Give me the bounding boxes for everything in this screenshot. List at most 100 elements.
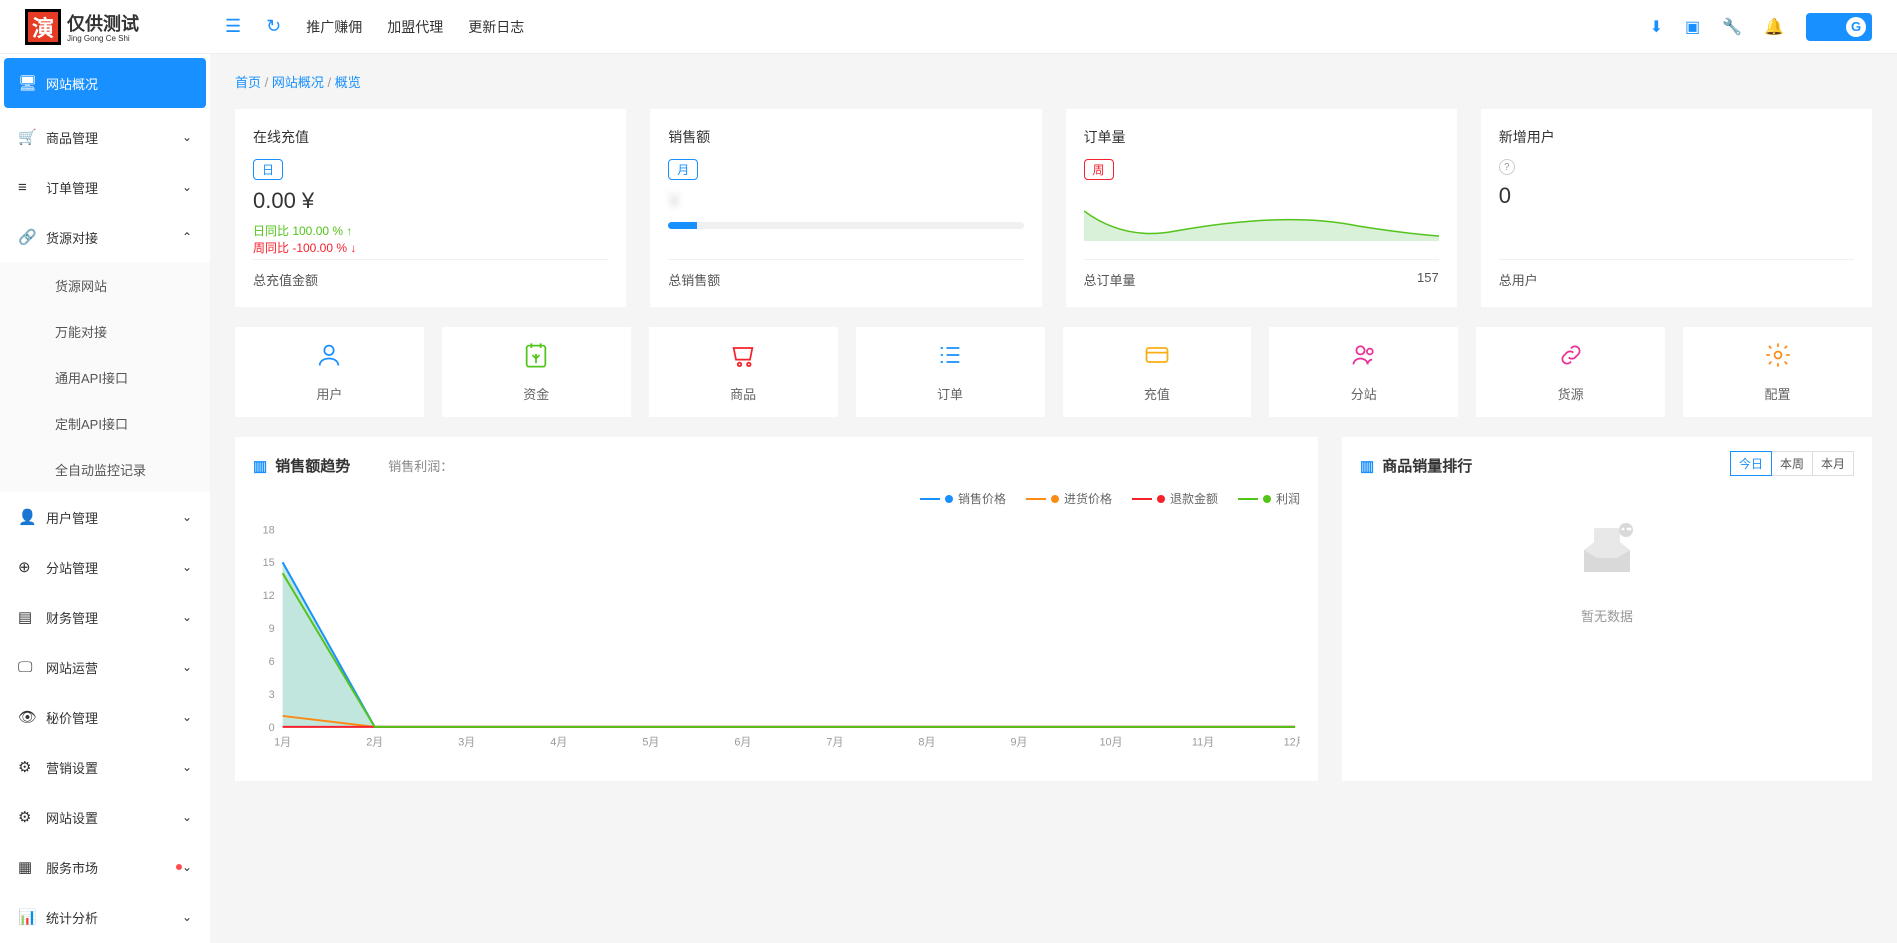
legend-item[interactable]: 退款金额: [1132, 490, 1218, 507]
trend-sub-label: 销售利润：: [388, 456, 453, 475]
bell-icon[interactable]: 🔔: [1764, 17, 1784, 37]
quicklink-商品[interactable]: 商品: [649, 327, 838, 417]
sidebar-subitem-1[interactable]: 万能对接: [0, 308, 210, 354]
legend-item[interactable]: 进货价格: [1026, 490, 1112, 507]
sidebar-item-12[interactable]: 📊 统计分析 ⌄: [0, 892, 210, 942]
sidebar-item-5[interactable]: ⊕ 分站管理 ⌄: [0, 542, 210, 592]
tile-label: 用户: [316, 384, 342, 403]
help-icon[interactable]: ?: [1499, 159, 1515, 175]
sidebar-label: 商品管理: [46, 128, 182, 147]
svg-text:8月: 8月: [918, 737, 935, 749]
svg-text:0: 0: [269, 722, 275, 734]
foot-label: 总销售额: [668, 270, 720, 289]
sidebar-label: 货源对接: [46, 228, 182, 247]
quicklink-配置[interactable]: 配置: [1683, 327, 1872, 417]
chart-icon: ▥: [253, 457, 267, 475]
svg-text:3: 3: [269, 689, 275, 701]
sidebar-icon: ⚙: [18, 808, 38, 826]
logo-title: 仅供测试: [67, 10, 139, 36]
sidebar-label: 用户管理: [46, 508, 182, 527]
wrench-icon[interactable]: 🔧: [1722, 17, 1742, 37]
quicklink-充值[interactable]: 充值: [1063, 327, 1252, 417]
tile-label: 订单: [937, 384, 963, 403]
tile-label: 资金: [523, 384, 549, 403]
logo-icon: 演: [25, 9, 61, 45]
chart-legend: 销售价格 进货价格 退款金额 利润: [253, 490, 1300, 507]
legend-item[interactable]: 销售价格: [920, 490, 1006, 507]
foot-label: 总订单量: [1084, 270, 1136, 289]
sidebar-item-7[interactable]: 🖵 网站运营 ⌄: [0, 642, 210, 692]
sidebar-item-6[interactable]: ▤ 财务管理 ⌄: [0, 592, 210, 642]
sidebar-label: 网站设置: [46, 808, 182, 827]
rank-tab-0[interactable]: 今日: [1730, 451, 1772, 476]
header-tab-agent[interactable]: 加盟代理: [387, 17, 443, 37]
sidebar-label: 营销设置: [46, 758, 182, 777]
rank-tab-2[interactable]: 本月: [1813, 451, 1854, 476]
breadcrumb: 首页 / 网站概况 / 概览: [210, 54, 1897, 109]
sidebar-item-8[interactable]: 👁 秘价管理 ⌄: [0, 692, 210, 742]
card-title: 订单量: [1084, 127, 1439, 147]
user-badge[interactable]: G: [1806, 13, 1872, 41]
chevron-icon: ⌄: [182, 180, 192, 194]
legend-item[interactable]: 利润: [1238, 490, 1300, 507]
chart-icon: ▥: [1360, 457, 1374, 475]
collapse-menu-icon[interactable]: ☰: [225, 16, 241, 37]
breadcrumb-home[interactable]: 首页: [235, 75, 261, 90]
quicklink-货源[interactable]: 货源: [1476, 327, 1665, 417]
quicklink-用户[interactable]: 用户: [235, 327, 424, 417]
sidebar-subitem-4[interactable]: 全自动监控记录: [0, 446, 210, 492]
gear-icon: [1764, 341, 1792, 376]
chevron-icon: ⌄: [182, 560, 192, 574]
chevron-icon: ⌄: [182, 860, 192, 874]
svg-text:12月: 12月: [1284, 737, 1300, 749]
breadcrumb-section[interactable]: 网站概况: [272, 75, 324, 90]
quicklink-分站[interactable]: 分站: [1269, 327, 1458, 417]
sidebar-item-11[interactable]: ▦ 服务市场 ⌄: [0, 842, 210, 892]
foot-value: 157: [1417, 270, 1439, 289]
quicklink-资金[interactable]: 资金: [442, 327, 631, 417]
sidebar-subitem-2[interactable]: 通用API接口: [0, 354, 210, 400]
sidebar-item-4[interactable]: 👤 用户管理 ⌄: [0, 492, 210, 542]
breadcrumb-page[interactable]: 概览: [335, 75, 361, 90]
sidebar-item-1[interactable]: 🛒 商品管理 ⌄: [0, 112, 210, 162]
logo[interactable]: 演 仅供测试 Jing Gong Ce Shi: [0, 0, 210, 54]
rank-tab-1[interactable]: 本周: [1772, 451, 1813, 476]
refresh-icon[interactable]: ↻: [266, 16, 281, 37]
period-tag[interactable]: 月: [668, 159, 698, 180]
sidebar-item-10[interactable]: ⚙ 网站设置 ⌄: [0, 792, 210, 842]
sidebar-icon: 📊: [18, 908, 38, 926]
sidebar-icon: 🔗: [18, 228, 38, 246]
sidebar-label: 秘价管理: [46, 708, 182, 727]
svg-text:6: 6: [269, 656, 275, 668]
svg-text:11月: 11月: [1192, 737, 1214, 749]
svg-text:18: 18: [263, 524, 275, 536]
tile-label: 配置: [1765, 384, 1791, 403]
g-icon: G: [1846, 17, 1866, 37]
svg-text:3月: 3月: [458, 737, 475, 749]
quicklink-订单[interactable]: 订单: [856, 327, 1045, 417]
main: 首页 / 网站概况 / 概览 在线充值日0.00 ¥日同比 100.00 % ↑…: [210, 54, 1897, 943]
rank-title: 商品销量排行: [1382, 455, 1472, 476]
product-rank-panel: ▥ 商品销量排行 今日本周本月 暂无数据: [1342, 437, 1872, 781]
svg-text:10月: 10月: [1100, 737, 1123, 749]
card-value: 0.00 ¥: [253, 188, 608, 214]
logo-subtitle: Jing Gong Ce Shi: [67, 34, 139, 43]
chevron-icon: ⌄: [182, 660, 192, 674]
header-tab-changelog[interactable]: 更新日志: [468, 17, 524, 37]
header-tab-promote[interactable]: 推广赚佣: [306, 17, 362, 37]
export-icon[interactable]: ▣: [1685, 17, 1700, 37]
period-tag[interactable]: 周: [1084, 159, 1114, 180]
period-tag[interactable]: 日: [253, 159, 283, 180]
sidebar-item-3[interactable]: 🔗 货源对接 ⌃: [0, 212, 210, 262]
sidebar-icon: ⚙: [18, 758, 38, 776]
svg-text:7月: 7月: [826, 737, 843, 749]
download-icon[interactable]: ⬇: [1650, 17, 1663, 37]
sidebar-item-9[interactable]: ⚙ 营销设置 ⌄: [0, 742, 210, 792]
sidebar-icon: ▦: [18, 858, 38, 876]
sidebar-icon: 👁: [18, 708, 38, 726]
sidebar-subitem-3[interactable]: 定制API接口: [0, 400, 210, 446]
sidebar-subitem-0[interactable]: 货源网站: [0, 262, 210, 308]
sidebar-item-0[interactable]: 🖥 网站概况: [4, 58, 206, 108]
sidebar-label: 分站管理: [46, 558, 182, 577]
sidebar-item-2[interactable]: ≡ 订单管理 ⌄: [0, 162, 210, 212]
